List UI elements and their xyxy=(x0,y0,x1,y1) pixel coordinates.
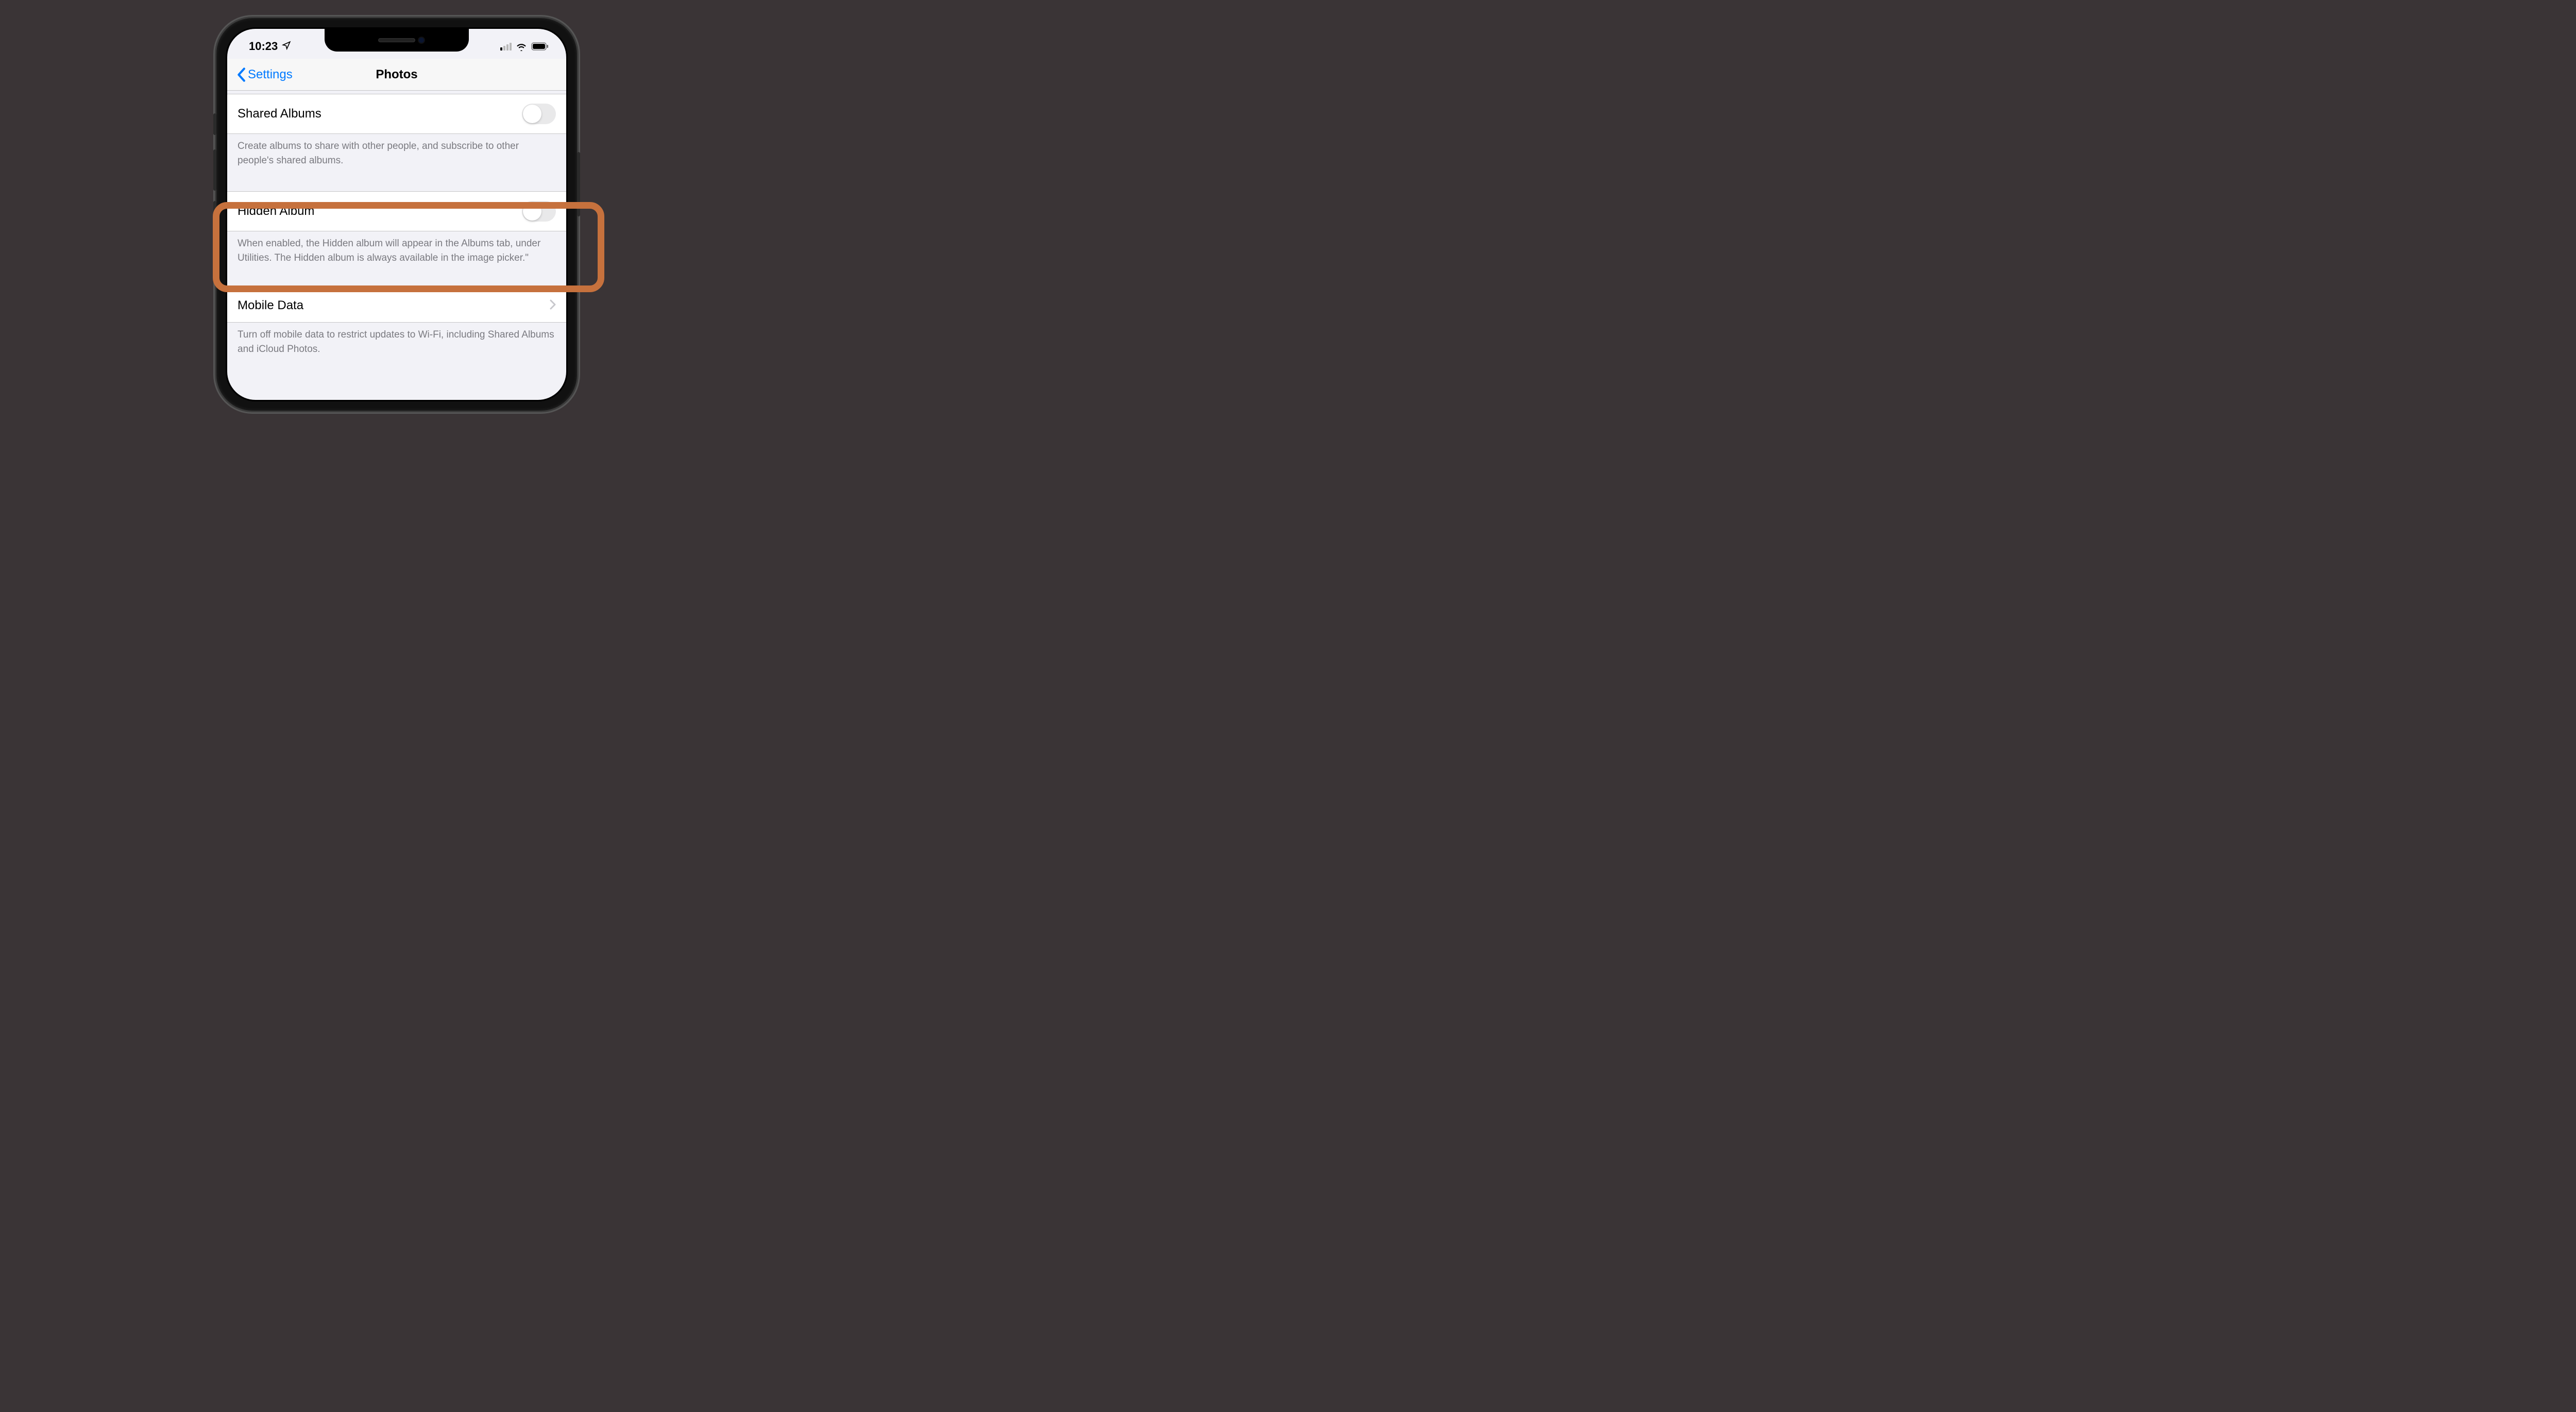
hidden-album-label: Hidden Album xyxy=(238,204,314,218)
shared-albums-footer: Create albums to share with other people… xyxy=(227,134,566,178)
navigation-bar: Settings Photos xyxy=(227,59,566,91)
hidden-album-row[interactable]: Hidden Album xyxy=(227,191,566,231)
phone-screen: 10:23 xyxy=(227,29,566,400)
back-label: Settings xyxy=(248,68,293,82)
shared-albums-label: Shared Albums xyxy=(238,107,321,121)
status-time: 10:23 xyxy=(249,40,278,53)
chevron-right-icon xyxy=(550,299,556,312)
silence-switch xyxy=(213,113,216,135)
back-button[interactable]: Settings xyxy=(236,68,293,82)
shared-albums-row[interactable]: Shared Albums xyxy=(227,94,566,134)
mobile-data-label: Mobile Data xyxy=(238,298,303,313)
mobile-data-row[interactable]: Mobile Data xyxy=(227,289,566,323)
hidden-album-toggle[interactable] xyxy=(522,201,556,222)
front-camera xyxy=(418,37,425,44)
toggle-knob xyxy=(523,105,541,123)
chevron-left-icon xyxy=(236,68,246,82)
power-button xyxy=(577,152,580,216)
phone-device-frame: 10:23 xyxy=(216,18,577,411)
wifi-icon xyxy=(516,42,527,51)
settings-list: Shared Albums Create albums to share wit… xyxy=(227,91,566,366)
hidden-album-footer: When enabled, the Hidden album will appe… xyxy=(227,231,566,275)
display-notch xyxy=(325,29,469,52)
shared-albums-toggle[interactable] xyxy=(522,104,556,124)
volume-down-button xyxy=(213,201,216,242)
toggle-knob xyxy=(523,202,541,221)
earpiece-speaker xyxy=(378,38,415,42)
mobile-data-footer: Turn off mobile data to restrict updates… xyxy=(227,323,566,366)
location-arrow-icon xyxy=(282,40,291,53)
battery-icon xyxy=(531,42,549,51)
volume-up-button xyxy=(213,149,216,191)
cellular-signal-icon xyxy=(500,42,512,51)
